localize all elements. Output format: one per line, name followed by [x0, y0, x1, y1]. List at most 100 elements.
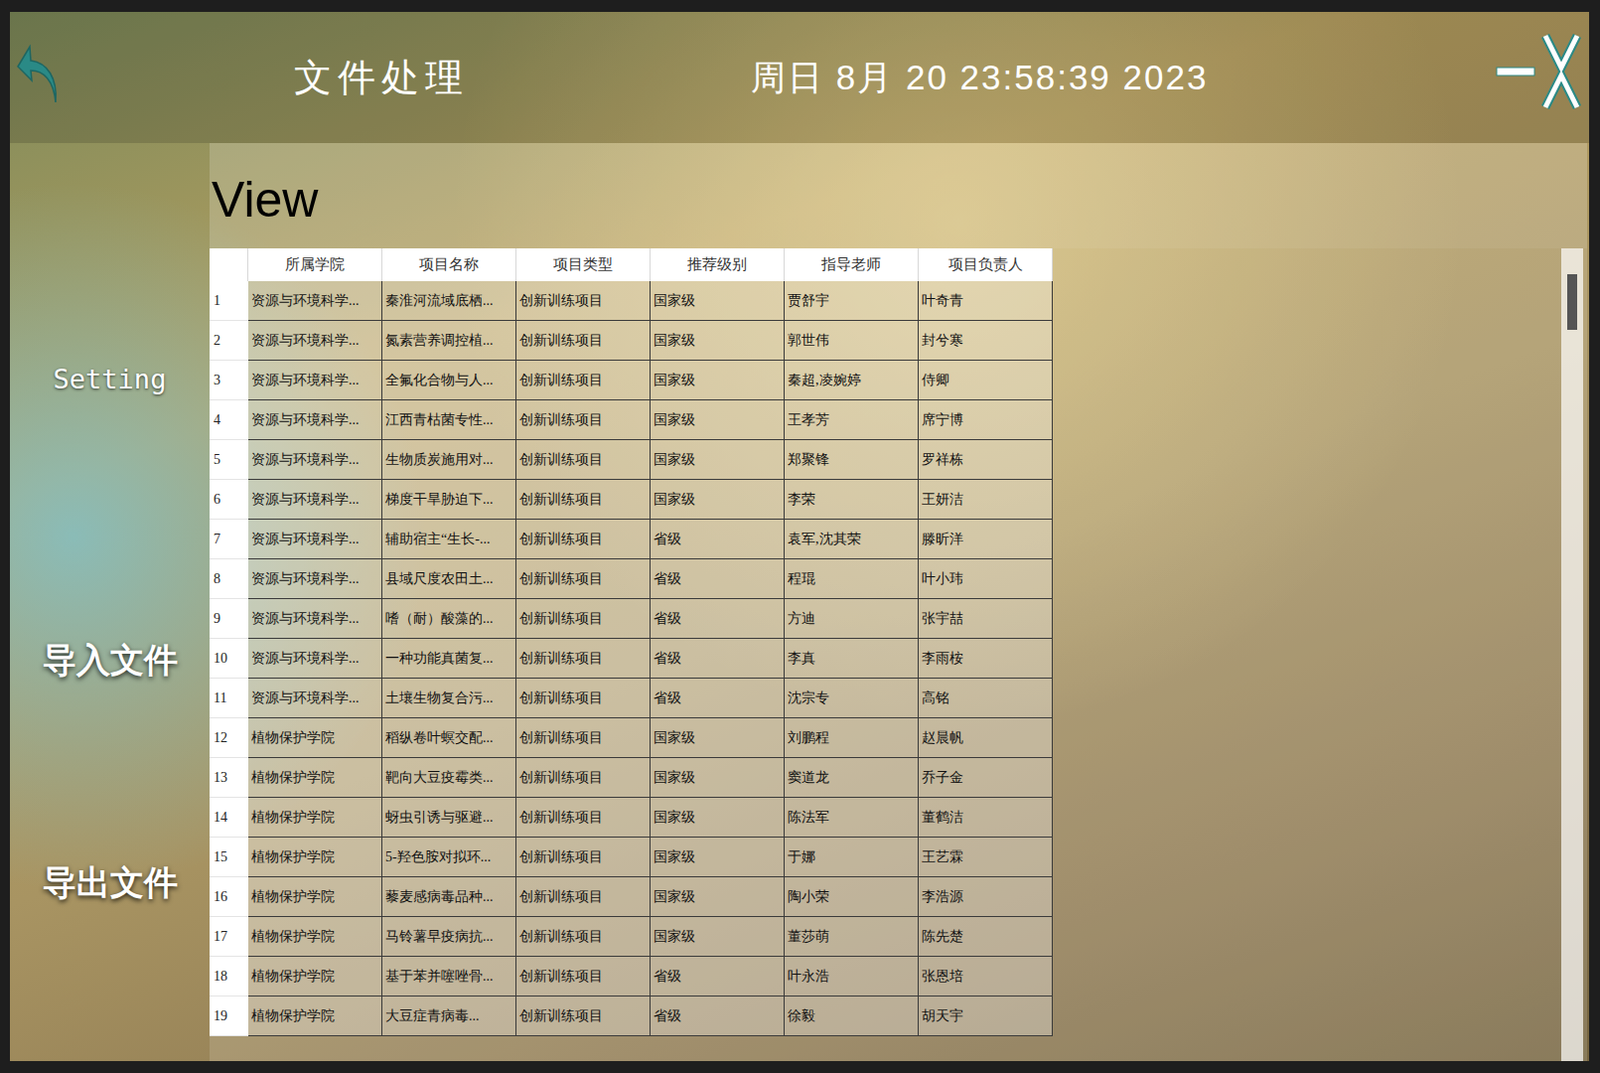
table-cell[interactable]: 创新训练项目 — [516, 400, 651, 440]
column-header[interactable]: 指导老师 — [784, 248, 919, 282]
table-cell[interactable]: 县域尺度农田土... — [382, 559, 517, 599]
table-cell[interactable]: 江西青枯菌专性... — [382, 400, 517, 440]
table-cell[interactable]: 国家级 — [650, 718, 785, 758]
table-cell[interactable]: 王孝芳 — [784, 400, 919, 440]
table-cell[interactable]: 陈法军 — [784, 797, 919, 838]
table-cell[interactable]: 省级 — [650, 598, 785, 639]
scrollbar-thumb[interactable] — [1567, 274, 1578, 330]
table-cell[interactable]: 叶永浩 — [784, 956, 919, 997]
table-cell[interactable]: 席宁博 — [918, 400, 1053, 440]
table-cell[interactable]: 国家级 — [650, 439, 785, 480]
table-cell[interactable]: 省级 — [650, 519, 785, 560]
table-cell[interactable]: 植物保护学院 — [248, 876, 383, 917]
back-arrow-icon[interactable] — [15, 40, 60, 107]
table-cell[interactable]: 国家级 — [650, 876, 785, 917]
table-row[interactable]: 8资源与环境科学...县域尺度农田土...创新训练项目省级程琨叶小玮 — [209, 559, 1053, 599]
table-cell[interactable]: 李浩源 — [918, 876, 1053, 917]
table-cell[interactable]: 侍卿 — [918, 360, 1053, 401]
table-cell[interactable]: 徐毅 — [784, 996, 919, 1036]
table-row[interactable]: 19植物保护学院大豆症青病毒...创新训练项目省级徐毅胡天宇 — [209, 996, 1053, 1036]
table-cell[interactable]: 嗜（耐）酸藻的... — [382, 598, 517, 639]
table-cell[interactable]: 资源与环境科学... — [248, 320, 383, 361]
column-header[interactable]: 项目名称 — [382, 248, 517, 282]
table-cell[interactable]: 基于苯并噻唑骨... — [382, 956, 517, 997]
table-cell[interactable]: 稻纵卷叶螟交配... — [382, 718, 517, 758]
table-cell[interactable]: 一种功能真菌复... — [382, 638, 517, 679]
table-row[interactable]: 16植物保护学院藜麦感病毒品种...创新训练项目国家级陶小荣李浩源 — [209, 876, 1053, 917]
table-cell[interactable]: 创新训练项目 — [516, 281, 651, 321]
table-cell[interactable]: 罗祥栋 — [918, 439, 1053, 480]
table-cell[interactable]: 资源与环境科学... — [248, 519, 383, 560]
table-cell[interactable]: 创新训练项目 — [516, 916, 651, 957]
table-cell[interactable]: 生物质炭施用对... — [382, 439, 517, 480]
table-cell[interactable]: 创新训练项目 — [516, 956, 651, 997]
table-cell[interactable]: 封兮寒 — [918, 320, 1053, 361]
table-cell[interactable]: 袁军,沈其荣 — [784, 519, 919, 560]
table-row[interactable]: 12植物保护学院稻纵卷叶螟交配...创新训练项目国家级刘鹏程赵晨帆 — [209, 718, 1053, 758]
table-cell[interactable]: 创新训练项目 — [516, 559, 651, 599]
table-cell[interactable]: 省级 — [650, 956, 785, 997]
table-cell[interactable]: 创新训练项目 — [516, 598, 651, 639]
table-cell[interactable]: 秦超,凌婉婷 — [784, 360, 919, 401]
scrollbar[interactable] — [1561, 248, 1584, 1061]
table-row[interactable]: 18植物保护学院基于苯并噻唑骨...创新训练项目省级叶永浩张恩培 — [209, 956, 1053, 997]
table-cell[interactable]: 马铃薯早疫病抗... — [382, 916, 517, 957]
table-cell[interactable]: 创新训练项目 — [516, 678, 651, 719]
table-cell[interactable]: 资源与环境科学... — [248, 360, 383, 401]
table-row[interactable]: 1资源与环境科学...秦淮河流域底栖...创新训练项目国家级贾舒宇叶奇青 — [209, 281, 1053, 321]
column-header[interactable]: 项目负责人 — [918, 248, 1053, 282]
table-cell[interactable]: 省级 — [650, 559, 785, 599]
sidebar-item[interactable]: 导出文件 — [42, 857, 178, 908]
table-row[interactable]: 11资源与环境科学...土壤生物复合污...创新训练项目省级沈宗专高铭 — [209, 678, 1053, 719]
sidebar-item[interactable]: 导入文件 — [42, 634, 178, 686]
table-row[interactable]: 3资源与环境科学...全氟化合物与人...创新训练项目国家级秦超,凌婉婷侍卿 — [209, 360, 1053, 401]
table-cell[interactable]: 辅助宿主“生长-... — [382, 519, 517, 560]
table-cell[interactable]: 胡天宇 — [918, 996, 1053, 1036]
table-cell[interactable]: 李荣 — [784, 479, 919, 520]
table-cell[interactable]: 资源与环境科学... — [248, 400, 383, 440]
table-row[interactable]: 13植物保护学院靶向大豆疫霉类...创新训练项目国家级窦道龙乔子金 — [209, 757, 1053, 798]
table-cell[interactable]: 滕昕洋 — [918, 519, 1053, 560]
table-cell[interactable]: 王妍洁 — [918, 479, 1053, 520]
table-row[interactable]: 9资源与环境科学...嗜（耐）酸藻的...创新训练项目省级方迪张宇喆 — [209, 598, 1053, 639]
column-header[interactable]: 推荐级别 — [650, 248, 785, 282]
table-cell[interactable]: 高铭 — [918, 678, 1053, 719]
table-cell[interactable]: 刘鹏程 — [784, 718, 919, 758]
table-cell[interactable]: 方迪 — [784, 598, 919, 639]
table-cell[interactable]: 藜麦感病毒品种... — [382, 876, 517, 917]
table-cell[interactable]: 土壤生物复合污... — [382, 678, 517, 719]
table-cell[interactable]: 董莎萌 — [784, 916, 919, 957]
table-cell[interactable]: 陈先楚 — [918, 916, 1053, 957]
table-cell[interactable]: 叶奇青 — [918, 281, 1053, 321]
table-cell[interactable]: 植物保护学院 — [248, 837, 383, 877]
table-cell[interactable]: 窦道龙 — [784, 757, 919, 798]
table-cell[interactable]: 创新训练项目 — [516, 757, 651, 798]
table-cell[interactable]: 李雨桉 — [918, 638, 1053, 679]
table-cell[interactable]: 资源与环境科学... — [248, 559, 383, 599]
table-cell[interactable]: 国家级 — [650, 837, 785, 877]
table-cell[interactable]: 创新训练项目 — [516, 479, 651, 520]
table-cell[interactable]: 梯度干旱胁迫下... — [382, 479, 517, 520]
table-cell[interactable]: 创新训练项目 — [516, 439, 651, 480]
table-row[interactable]: 7资源与环境科学...辅助宿主“生长-...创新训练项目省级袁军,沈其荣滕昕洋 — [209, 519, 1053, 560]
sidebar-item[interactable]: Setting — [53, 359, 167, 401]
table-cell[interactable]: 赵晨帆 — [918, 718, 1053, 758]
table-cell[interactable]: 创新训练项目 — [516, 718, 651, 758]
table-cell[interactable]: 郑聚锋 — [784, 439, 919, 480]
table-cell[interactable]: 贾舒宇 — [784, 281, 919, 321]
table-cell[interactable]: 省级 — [650, 678, 785, 719]
table-cell[interactable]: 创新训练项目 — [516, 320, 651, 361]
table-row[interactable]: 2资源与环境科学...氮素营养调控植...创新训练项目国家级郭世伟封兮寒 — [209, 320, 1053, 361]
table-cell[interactable]: 植物保护学院 — [248, 718, 383, 758]
table-cell[interactable]: 植物保护学院 — [248, 916, 383, 957]
table-cell[interactable]: 国家级 — [650, 797, 785, 838]
table-cell[interactable]: 资源与环境科学... — [248, 479, 383, 520]
table-cell[interactable]: 创新训练项目 — [516, 519, 651, 560]
table-cell[interactable]: 创新训练项目 — [516, 837, 651, 877]
table-cell[interactable]: 国家级 — [650, 360, 785, 401]
column-header[interactable]: 所属学院 — [248, 248, 383, 282]
table-cell[interactable]: 资源与环境科学... — [248, 678, 383, 719]
table-cell[interactable]: 国家级 — [650, 281, 785, 321]
table-row[interactable]: 14植物保护学院蚜虫引诱与驱避...创新训练项目国家级陈法军董鹤洁 — [209, 797, 1053, 838]
table-cell[interactable]: 创新训练项目 — [516, 797, 651, 838]
